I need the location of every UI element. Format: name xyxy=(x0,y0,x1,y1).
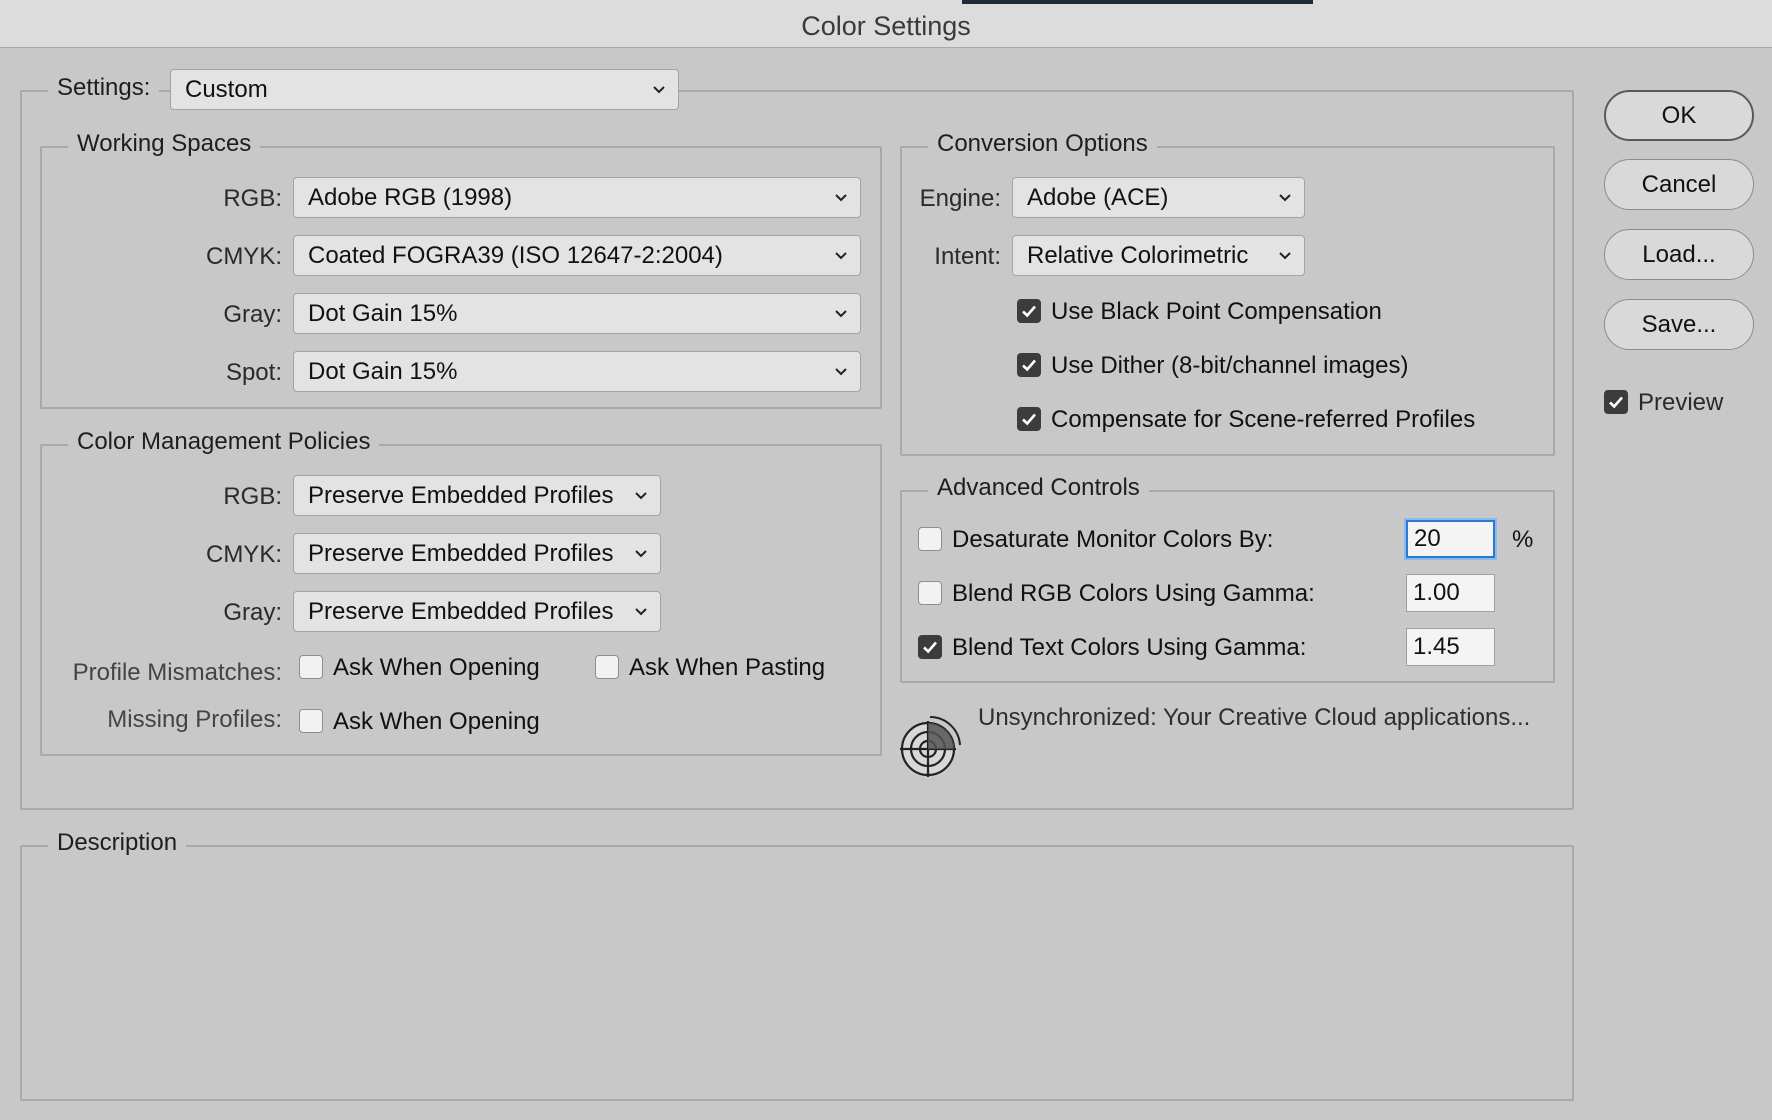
chevron-down-icon xyxy=(632,545,650,563)
engine-label: Engine: xyxy=(919,185,1001,212)
preview-checkbox[interactable] xyxy=(1604,390,1628,414)
mismatch-ask-pasting-label[interactable]: Ask When Pasting xyxy=(629,654,825,682)
missing-ask-opening-label[interactable]: Ask When Opening xyxy=(333,708,540,736)
scene-referred-label[interactable]: Compensate for Scene-referred Profiles xyxy=(1051,406,1475,434)
ws-spot-value: Dot Gain 15% xyxy=(308,357,458,385)
mismatch-ask-opening-label[interactable]: Ask When Opening xyxy=(333,654,540,682)
ws-rgb-select[interactable]: Adobe RGB (1998) xyxy=(293,177,861,218)
checkmark-icon xyxy=(1022,305,1036,318)
working-spaces-title: Working Spaces xyxy=(68,130,261,158)
blend-rgb-input[interactable]: 1.00 xyxy=(1406,574,1495,612)
settings-label: Settings: xyxy=(48,74,160,102)
sync-status-text: Unsynchronized: Your Creative Cloud appl… xyxy=(978,704,1531,731)
load-button[interactable]: Load... xyxy=(1604,229,1754,280)
policy-gray-label: Gray: xyxy=(223,599,282,626)
ws-cmyk-select[interactable]: Coated FOGRA39 (ISO 12647-2:2004) xyxy=(293,235,861,276)
checkmark-icon xyxy=(1022,413,1036,426)
preview-label[interactable]: Preview xyxy=(1638,389,1723,417)
intent-select[interactable]: Relative Colorimetric xyxy=(1012,235,1305,276)
ws-spot-select[interactable]: Dot Gain 15% xyxy=(293,351,861,392)
desaturate-checkbox[interactable] xyxy=(918,527,942,551)
blend-rgb-label[interactable]: Blend RGB Colors Using Gamma: xyxy=(952,580,1315,608)
policy-rgb-value: Preserve Embedded Profiles xyxy=(308,481,614,509)
dither-label[interactable]: Use Dither (8-bit/channel images) xyxy=(1051,352,1408,380)
ws-rgb-label: RGB: xyxy=(223,185,282,212)
checkmark-icon xyxy=(923,641,937,654)
description-group xyxy=(20,845,1574,1101)
dither-checkbox[interactable] xyxy=(1017,353,1041,377)
chevron-down-icon xyxy=(1276,247,1294,265)
chevron-down-icon xyxy=(832,189,850,207)
intent-value: Relative Colorimetric xyxy=(1027,241,1249,269)
chevron-down-icon xyxy=(632,603,650,621)
ws-cmyk-value: Coated FOGRA39 (ISO 12647-2:2004) xyxy=(308,241,723,269)
engine-value: Adobe (ACE) xyxy=(1027,183,1169,211)
blend-text-input[interactable]: 1.45 xyxy=(1406,628,1495,666)
checkmark-icon xyxy=(1609,396,1623,409)
settings-select[interactable]: Custom xyxy=(170,69,679,110)
advanced-title: Advanced Controls xyxy=(928,474,1149,502)
mismatch-ask-pasting-checkbox[interactable] xyxy=(595,655,619,679)
missing-ask-opening-checkbox[interactable] xyxy=(299,709,323,733)
chevron-down-icon xyxy=(632,487,650,505)
intent-label: Intent: xyxy=(934,243,1001,270)
chevron-down-icon xyxy=(1276,189,1294,207)
chevron-down-icon xyxy=(832,363,850,381)
missing-profiles-label: Missing Profiles: xyxy=(107,706,282,733)
ws-spot-label: Spot: xyxy=(225,359,282,386)
window-title: Color Settings xyxy=(801,11,971,41)
mismatch-ask-opening-checkbox[interactable] xyxy=(299,655,323,679)
policy-rgb-select[interactable]: Preserve Embedded Profiles xyxy=(293,475,661,516)
policy-gray-select[interactable]: Preserve Embedded Profiles xyxy=(293,591,661,632)
ws-gray-label: Gray: xyxy=(223,301,282,328)
ws-gray-value: Dot Gain 15% xyxy=(308,299,458,327)
ws-cmyk-label: CMYK: xyxy=(205,243,282,270)
desaturate-label[interactable]: Desaturate Monitor Colors By: xyxy=(952,526,1273,554)
description-title: Description xyxy=(48,829,187,857)
checkmark-icon xyxy=(1022,359,1036,372)
policy-rgb-label: RGB: xyxy=(223,483,282,510)
save-button[interactable]: Save... xyxy=(1604,299,1754,350)
policy-cmyk-select[interactable]: Preserve Embedded Profiles xyxy=(293,533,661,574)
black-point-label[interactable]: Use Black Point Compensation xyxy=(1051,298,1382,326)
scene-referred-checkbox[interactable] xyxy=(1017,407,1041,431)
policy-cmyk-value: Preserve Embedded Profiles xyxy=(308,539,614,567)
sync-globe-icon xyxy=(900,715,962,777)
blend-rgb-checkbox[interactable] xyxy=(918,581,942,605)
blend-text-label[interactable]: Blend Text Colors Using Gamma: xyxy=(952,634,1306,662)
ws-rgb-value: Adobe RGB (1998) xyxy=(308,183,513,211)
policies-title: Color Management Policies xyxy=(68,428,380,456)
percent-unit: % xyxy=(1512,526,1534,553)
engine-select[interactable]: Adobe (ACE) xyxy=(1012,177,1305,218)
settings-value: Custom xyxy=(185,75,268,103)
chevron-down-icon xyxy=(650,81,668,99)
black-point-checkbox[interactable] xyxy=(1017,299,1041,323)
policy-cmyk-label: CMYK: xyxy=(205,541,282,568)
desaturate-input[interactable]: 20 xyxy=(1406,520,1495,558)
profile-mismatches-label: Profile Mismatches: xyxy=(72,659,282,686)
cancel-button[interactable]: Cancel xyxy=(1604,159,1754,210)
ok-button[interactable]: OK xyxy=(1604,90,1754,141)
blend-text-checkbox[interactable] xyxy=(918,635,942,659)
policy-gray-value: Preserve Embedded Profiles xyxy=(308,597,614,625)
conversion-title: Conversion Options xyxy=(928,130,1157,158)
chevron-down-icon xyxy=(832,305,850,323)
title-accent xyxy=(962,0,1313,4)
chevron-down-icon xyxy=(832,247,850,265)
ws-gray-select[interactable]: Dot Gain 15% xyxy=(293,293,861,334)
